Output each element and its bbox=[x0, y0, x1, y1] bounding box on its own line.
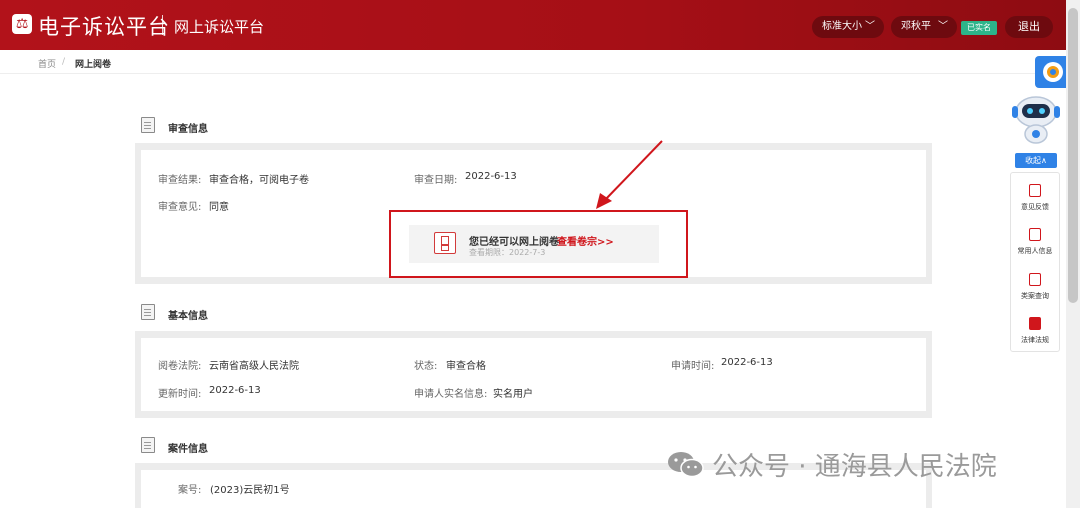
chevron-down-icon: ﹀ bbox=[865, 21, 875, 32]
case-search-icon[interactable] bbox=[1029, 273, 1041, 286]
review-date-value: 2022-6-13 bbox=[465, 171, 517, 182]
watermark-text: 公众号 · 通海县人民法院 bbox=[712, 452, 997, 482]
wechat-logo-icon bbox=[668, 452, 704, 478]
review-opinion-value: 同意 bbox=[209, 202, 229, 213]
update-time-label: 更新时间: bbox=[158, 389, 202, 400]
review-result-label: 审查结果: bbox=[158, 175, 202, 186]
document-icon bbox=[141, 304, 155, 320]
brand-title[interactable]: 电子诉讼平台 bbox=[38, 11, 170, 41]
breadcrumb bbox=[0, 50, 1066, 74]
court-label: 阅卷法院: bbox=[158, 361, 202, 372]
scrollbar-thumb[interactable] bbox=[1068, 8, 1078, 303]
court-value: 云南省高级人民法院 bbox=[209, 361, 299, 372]
review-section-title: 审查信息 bbox=[168, 124, 208, 135]
feedback-icon[interactable] bbox=[1029, 184, 1041, 197]
platform-subtitle: 网上诉讼平台 bbox=[174, 18, 265, 36]
apply-time-label: 申请时间: bbox=[671, 361, 715, 372]
review-result-value: 审查合格，可阅电子卷 bbox=[209, 175, 309, 186]
review-opinion-label: 审查意见: bbox=[158, 202, 202, 213]
breadcrumb-home-link[interactable]: 首页 bbox=[38, 57, 56, 70]
document-icon bbox=[141, 437, 155, 453]
applicant-label: 申请人实名信息: bbox=[414, 389, 488, 400]
case-no-label: 案号: bbox=[178, 485, 202, 496]
arrow-shaft bbox=[603, 140, 663, 202]
apply-time-value: 2022-6-13 bbox=[721, 357, 773, 368]
basic-panel-body bbox=[141, 338, 926, 411]
case-no-value: (2023)云民初1号 bbox=[210, 485, 290, 496]
document-icon bbox=[141, 117, 155, 133]
robot-assistant-icon[interactable] bbox=[1008, 92, 1064, 144]
case-section-title: 案件信息 bbox=[168, 444, 208, 455]
breadcrumb-current: 网上阅卷 bbox=[75, 60, 112, 70]
update-time-value: 2022-6-13 bbox=[209, 385, 261, 396]
user-menu[interactable]: 邓秋平 ﹀ bbox=[891, 16, 957, 38]
applicant-value: 实名用户 bbox=[493, 389, 533, 400]
breadcrumb-separator: / bbox=[62, 57, 66, 67]
sidebar-item-feedback[interactable]: 意见反馈 bbox=[1010, 202, 1060, 212]
font-size-select-value: 标准大小 bbox=[822, 21, 862, 32]
verified-badge: 已实名 bbox=[961, 21, 997, 35]
basic-section-title: 基本信息 bbox=[168, 311, 208, 322]
review-date-label: 审查日期: bbox=[414, 175, 458, 186]
annotation-arrow bbox=[596, 140, 663, 209]
logout-button[interactable]: 退出 bbox=[1005, 16, 1053, 38]
sidebar-item-contacts[interactable]: 常用人信息 bbox=[1010, 246, 1060, 256]
scales-logo-icon: ⚖ bbox=[12, 14, 32, 34]
user-name: 邓秋平 bbox=[901, 21, 931, 32]
contacts-icon[interactable] bbox=[1029, 228, 1041, 241]
sidebar-item-case-search[interactable]: 类案查询 bbox=[1010, 291, 1060, 301]
law-book-icon[interactable] bbox=[1029, 317, 1041, 330]
status-label: 状态: bbox=[414, 361, 438, 372]
collapse-sidebar-button[interactable]: 收起∧ bbox=[1015, 153, 1057, 168]
sidebar-item-laws[interactable]: 法律法规 bbox=[1010, 335, 1060, 345]
font-size-select[interactable]: 标准大小 ﹀ bbox=[812, 16, 884, 38]
highlight-box bbox=[389, 210, 688, 278]
status-value: 审查合格 bbox=[446, 361, 486, 372]
header-divider bbox=[162, 15, 163, 35]
chevron-down-icon: ﹀ bbox=[938, 21, 948, 32]
